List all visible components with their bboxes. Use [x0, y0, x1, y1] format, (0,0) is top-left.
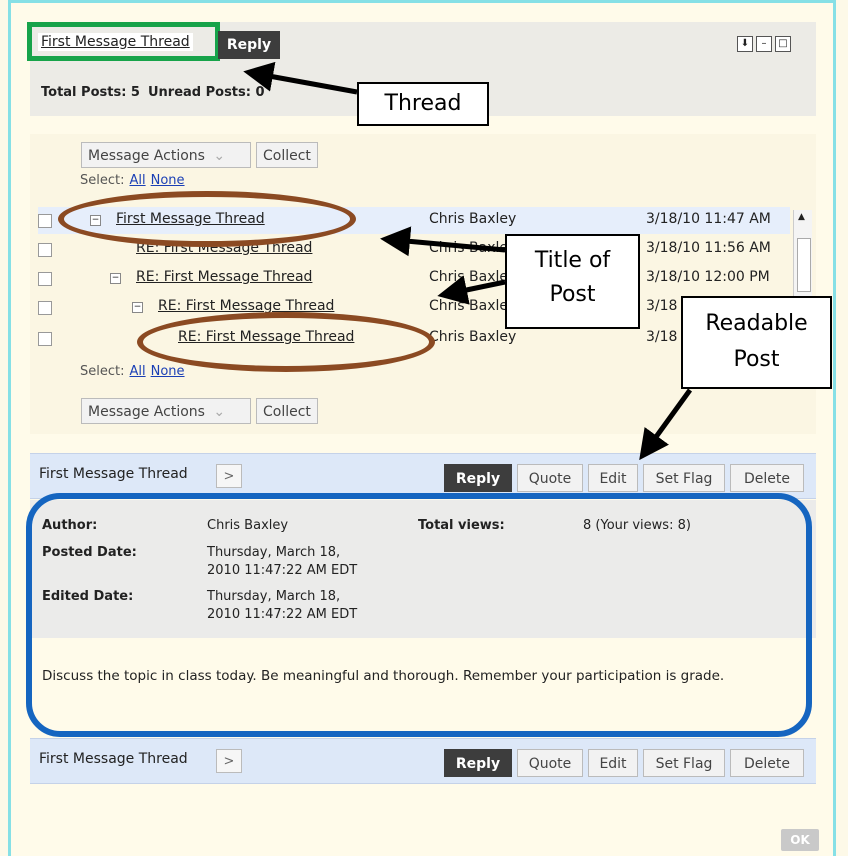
annotation-arrows — [243, 61, 693, 461]
title-arrow-2 — [437, 275, 506, 305]
title-arrow-1 — [380, 226, 506, 257]
readable-post-line1: Readable — [705, 311, 808, 336]
title-of-post-line1: Title of — [534, 248, 611, 273]
thread-arrow — [243, 61, 358, 95]
thread-callout: Thread — [357, 82, 489, 126]
readable-post-callout: Readable Post — [681, 296, 832, 389]
title-of-post-callout: Title of Post — [505, 234, 640, 329]
readable-arrow — [639, 388, 693, 461]
title-of-post-line2: Post — [549, 282, 596, 307]
readable-post-line2: Post — [733, 347, 780, 372]
